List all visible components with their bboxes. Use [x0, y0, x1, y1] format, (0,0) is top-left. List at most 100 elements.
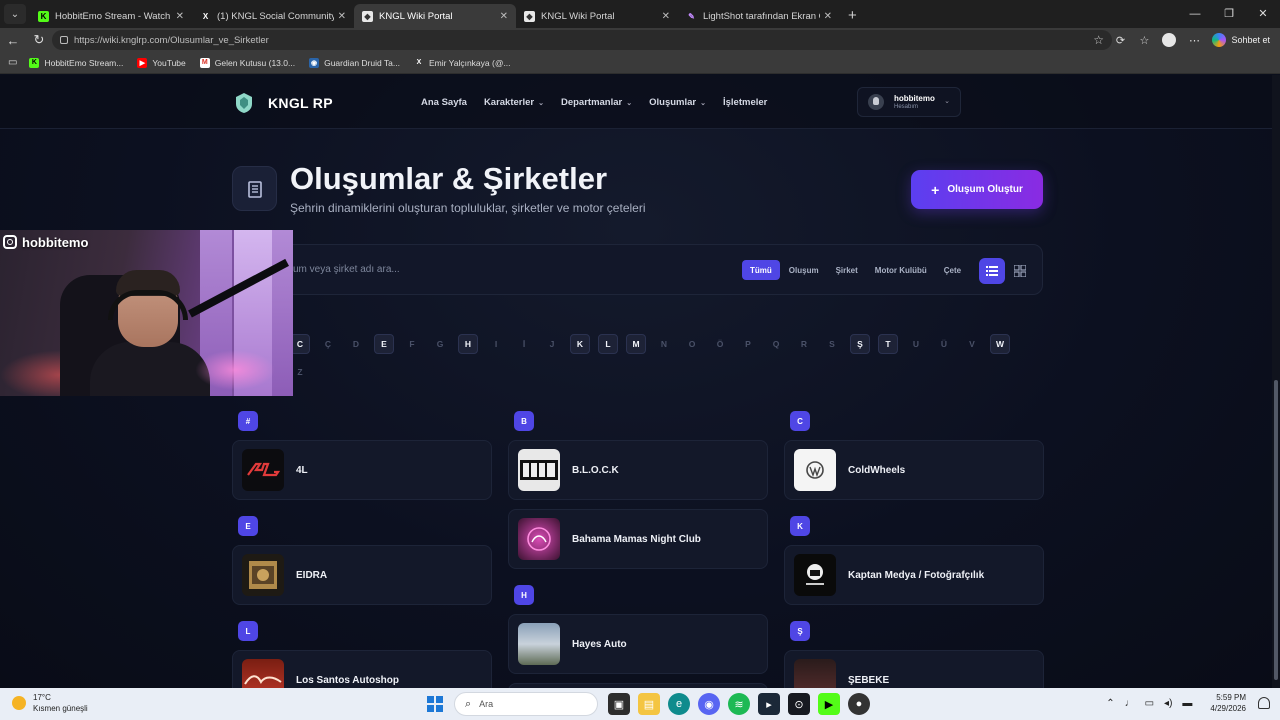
battery-icon[interactable]: ▬ — [1182, 698, 1192, 709]
weather-widget[interactable]: 17°C Kısmen güneşli — [12, 692, 88, 714]
nav-item[interactable]: Karakterler ⌄ — [484, 97, 544, 108]
kick-app-icon[interactable]: ▶ — [818, 693, 840, 715]
search-input[interactable]: um veya şirket adı ara... — [293, 264, 400, 275]
organization-card[interactable]: Bahama Mamas Night Club — [508, 509, 768, 569]
organization-card[interactable]: B.L.O.C.K — [508, 440, 768, 500]
site-info-icon[interactable] — [60, 36, 68, 44]
extensions-icon[interactable]: ⟳ — [1108, 34, 1132, 47]
letter-group: #4L — [232, 411, 492, 500]
gmail-icon: M — [199, 57, 210, 68]
organization-card[interactable]: Kaptan Medya / Fotoğrafçılık — [784, 545, 1044, 605]
browser-tab[interactable]: ◆ KNGL Wiki Portal ✕ — [516, 4, 678, 28]
bookmark-item[interactable]: ▶ YouTube — [137, 57, 186, 68]
nav-item[interactable]: Ana Sayfa — [421, 97, 467, 108]
alphabet-letter[interactable]: H — [458, 334, 478, 354]
page-scrollbar[interactable] — [1272, 75, 1280, 688]
terminal-icon[interactable]: ▸ — [758, 693, 780, 715]
list-view-button[interactable] — [979, 258, 1005, 284]
discord-icon[interactable]: ◉ — [698, 693, 720, 715]
alphabet-letter[interactable]: E — [374, 334, 394, 354]
close-icon[interactable]: ✕ — [338, 11, 346, 22]
maximize-button[interactable]: ❐ — [1212, 0, 1246, 28]
alphabet-letter: V — [969, 339, 975, 349]
letter-badge: Ş — [790, 621, 810, 641]
back-button[interactable]: ← — [0, 33, 26, 48]
url-field[interactable]: https://wiki.knglrp.com/Olusumlar_ve_Sir… — [52, 30, 1112, 50]
organization-card[interactable]: 4L — [232, 440, 492, 500]
alphabet-letter[interactable]: T — [878, 334, 898, 354]
notification-bell-icon[interactable] — [1258, 697, 1270, 709]
reload-button[interactable]: ↻ — [26, 32, 52, 48]
filter-chip[interactable]: Oluşum — [781, 260, 827, 280]
profile-avatar[interactable] — [1162, 33, 1177, 47]
organization-card[interactable]: ŞEBEKE — [784, 650, 1044, 688]
weather-sun-icon — [12, 696, 26, 710]
alphabet-letter[interactable]: K — [570, 334, 590, 354]
steam-icon[interactable]: ⊙ — [788, 693, 810, 715]
filter-chip[interactable]: Motor Kulübü — [867, 260, 935, 280]
tab-actions-menu[interactable]: ⌄ — [4, 4, 26, 24]
network-icon[interactable]: ▭ — [1145, 698, 1154, 709]
close-icon[interactable]: ✕ — [662, 11, 670, 22]
reading-list-icon[interactable]: ▭ — [8, 57, 17, 68]
favorite-star-icon[interactable]: ☆ — [1093, 33, 1104, 47]
filter-chip[interactable]: Çete — [936, 260, 969, 280]
organization-card[interactable]: EIDRA — [232, 545, 492, 605]
more-menu-icon[interactable]: ⋯ — [1182, 34, 1206, 47]
browser-tab[interactable]: ◆ KNGL Wiki Portal ✕ — [354, 4, 516, 28]
microphone-icon[interactable]: ♩ — [1125, 698, 1135, 709]
letter-group: H Hayes Auto — [508, 585, 768, 688]
file-explorer-icon[interactable]: ▤ — [638, 693, 660, 715]
browser-tab[interactable]: ✎ LightShot tarafından Ekran Görünt ✕ — [678, 4, 840, 28]
clock[interactable]: 5:59 PM 4/29/2026 — [1210, 692, 1246, 714]
bookmark-item[interactable]: K HobbitEmo Stream... — [29, 57, 123, 68]
task-view-icon[interactable]: ▣ — [608, 693, 630, 715]
close-icon[interactable]: ✕ — [500, 11, 508, 22]
create-organization-button[interactable]: + Oluşum Oluştur — [911, 170, 1043, 209]
close-window-button[interactable]: ✕ — [1246, 0, 1280, 28]
brand-name[interactable]: KNGL RP — [268, 95, 333, 111]
grid-view-button[interactable] — [1007, 258, 1033, 284]
obs-icon[interactable]: ● — [848, 693, 870, 715]
nav-item-label: Oluşumlar — [649, 97, 697, 108]
bookmark-item[interactable]: M Gelen Kutusu (13.0... — [199, 57, 295, 68]
taskbar-search[interactable]: ⌕ Ara — [454, 692, 598, 716]
alphabet-letter[interactable]: M — [626, 334, 646, 354]
edge-icon[interactable]: e — [668, 693, 690, 715]
nav-item[interactable]: Oluşumlar ⌄ — [649, 97, 706, 108]
start-button[interactable] — [424, 693, 446, 715]
filter-chip[interactable]: Tümü — [742, 260, 780, 280]
copilot-chat-button[interactable]: Sohbet et — [1212, 33, 1270, 47]
volume-icon[interactable]: ◂) — [1164, 698, 1172, 709]
new-tab-button[interactable]: + — [848, 7, 857, 24]
close-icon[interactable]: ✕ — [824, 11, 832, 22]
autoshop-logo — [242, 659, 284, 688]
close-icon[interactable]: ✕ — [176, 11, 184, 22]
brand-logo-icon[interactable] — [232, 91, 256, 115]
nav-item[interactable]: İşletmeler — [723, 97, 767, 108]
minimize-button[interactable]: — — [1178, 0, 1212, 28]
user-menu[interactable]: hobbitemo Hesabım ⌄ — [857, 87, 961, 117]
wordpress-logo — [794, 449, 836, 491]
alphabet-letter[interactable]: C — [290, 334, 310, 354]
tab-label: KNGL Wiki Portal — [379, 10, 453, 22]
alphabet-letter[interactable]: W — [990, 334, 1010, 354]
bookmark-item[interactable]: X Emir Yalçınkaya (@... — [414, 58, 511, 68]
filter-chip[interactable]: Şirket — [828, 260, 866, 280]
favorites-icon[interactable]: ☆ — [1132, 34, 1156, 47]
feather-icon: ✎ — [688, 11, 695, 21]
nav-item[interactable]: Departmanlar ⌄ — [561, 97, 632, 108]
organization-card[interactable]: ColdWheels — [784, 440, 1044, 500]
spotify-icon[interactable]: ≋ — [728, 693, 750, 715]
organization-card[interactable]: Los Santos Autoshop — [232, 650, 492, 688]
alphabet-letter[interactable]: L — [598, 334, 618, 354]
bookmark-item[interactable]: ◉ Guardian Druid Ta... — [309, 57, 400, 68]
browser-tab[interactable]: X (1) KNGL Social Community / X ✕ — [192, 4, 354, 28]
alphabet-letter: Z — [297, 367, 303, 377]
tab-label: (1) KNGL Social Community / X — [217, 10, 334, 22]
alphabet-letter[interactable]: Ş — [850, 334, 870, 354]
browser-tab[interactable]: K HobbitEmo Stream - Watch Live o ✕ — [30, 4, 192, 28]
tray-chevron-icon[interactable]: ⌃ — [1106, 698, 1114, 709]
user-sub: Hesabım — [894, 104, 919, 110]
organization-card[interactable]: Hayes Auto — [508, 614, 768, 674]
